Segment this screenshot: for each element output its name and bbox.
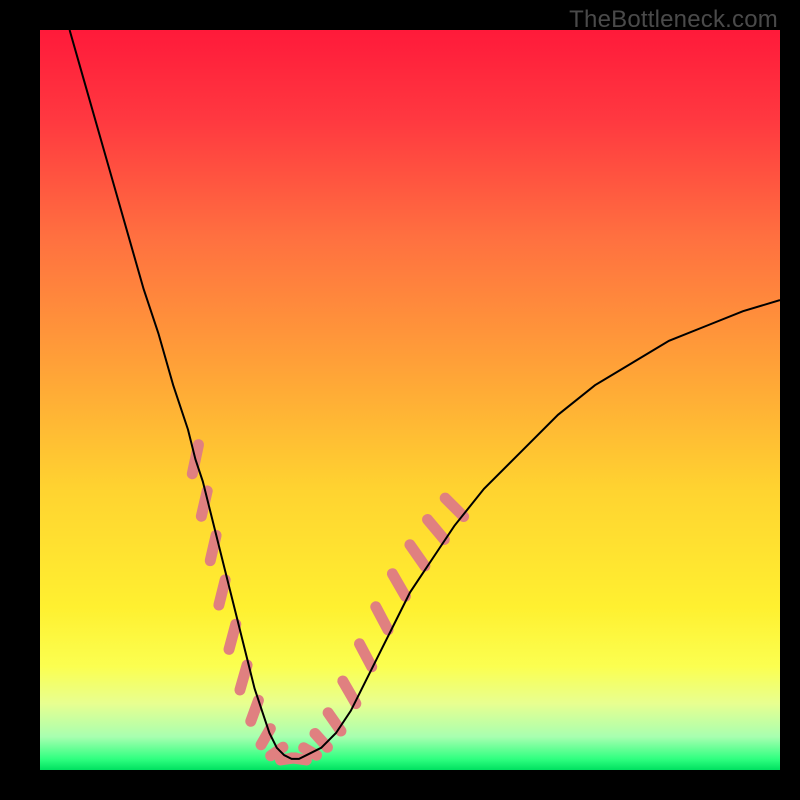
curve-marker	[437, 490, 471, 524]
bottleneck-curve	[70, 30, 780, 759]
curve-marker	[352, 636, 379, 674]
curve-marker	[222, 618, 242, 657]
curve-marker	[402, 537, 432, 574]
curve-marker	[385, 566, 413, 604]
curve-layer	[40, 30, 780, 770]
curve-marker	[212, 573, 232, 612]
curve-marker	[233, 658, 254, 697]
marker-group	[186, 438, 472, 766]
curve-marker	[420, 512, 452, 547]
chart-frame: TheBottleneck.com	[0, 0, 800, 800]
plot-area	[40, 30, 780, 770]
